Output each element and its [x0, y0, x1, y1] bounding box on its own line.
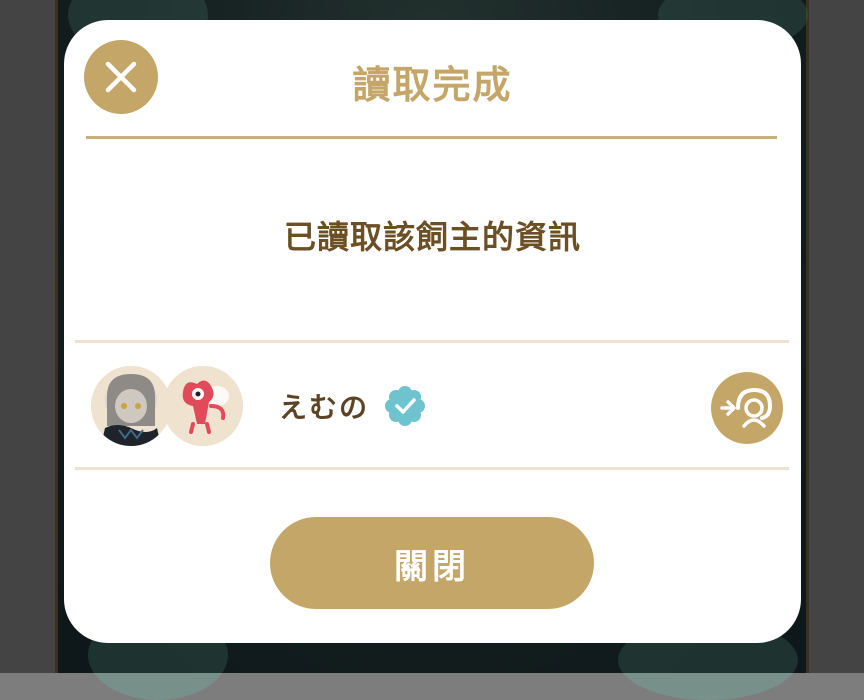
dialog-title: 讀取完成 [352, 63, 513, 107]
verified-badge-icon [385, 386, 425, 426]
pet-avatar[interactable] [163, 366, 243, 446]
pet-character-icon [163, 366, 243, 446]
owner-row-bottom-divider [75, 467, 789, 470]
owner-name: えむの [279, 391, 370, 424]
dialog-message: 已讀取該飼主的資訊 [283, 218, 581, 256]
visit-owner-button[interactable] [711, 372, 783, 444]
owner-avatar[interactable] [91, 366, 171, 446]
owner-row: えむの [75, 344, 789, 468]
owner-character-icon [91, 366, 171, 446]
read-complete-dialog: 讀取完成 已讀取該飼主的資訊 えむの 關閉 [64, 20, 801, 643]
title-divider [86, 136, 777, 139]
visit-owner-icon [720, 387, 773, 428]
owner-row-top-divider [75, 340, 789, 343]
close-button[interactable]: 關閉 [270, 517, 594, 609]
